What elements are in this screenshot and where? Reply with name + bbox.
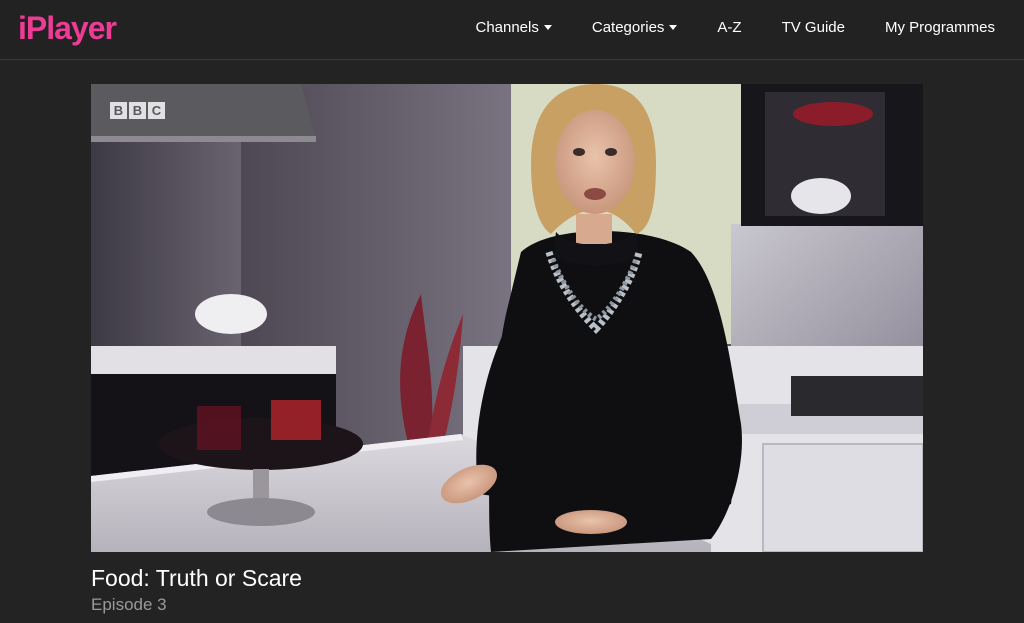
programme-title: Food: Truth or Scare [91,565,302,591]
episode-subtitle: Episode 3 [91,595,167,614]
video-player[interactable]: B B C [91,84,923,552]
nav-a-z[interactable]: A-Z [697,19,761,36]
svg-text:iPlayer: iPlayer [18,10,117,46]
nav-categories-label: Categories [591,18,665,36]
nav-channels-label: Channels [475,18,539,36]
nav-my-programmes-label: My Programmes [884,18,995,36]
nav-channels[interactable]: Channels [455,19,571,36]
nav-tv-guide-label: TV Guide [781,18,845,36]
chevron-down-icon [669,24,678,30]
video-frame [91,84,923,552]
top-navigation-bar: iPlayer Channels Categories A-Z TV Guide… [0,0,1024,60]
bbc-watermark: B B C [110,102,165,119]
nav-my-programmes[interactable]: My Programmes [865,19,1024,36]
main-nav: Channels Categories A-Z TV Guide My Prog… [455,0,1024,54]
watermark-letter: B [129,102,146,119]
chevron-down-icon [543,24,552,30]
iplayer-logo[interactable]: iPlayer [18,9,138,47]
nav-categories[interactable]: Categories [572,19,698,36]
nav-tv-guide[interactable]: TV Guide [762,19,865,36]
watermark-letter: B [110,102,127,119]
watermark-letter: C [148,102,165,119]
nav-a-z-label: A-Z [717,18,742,36]
